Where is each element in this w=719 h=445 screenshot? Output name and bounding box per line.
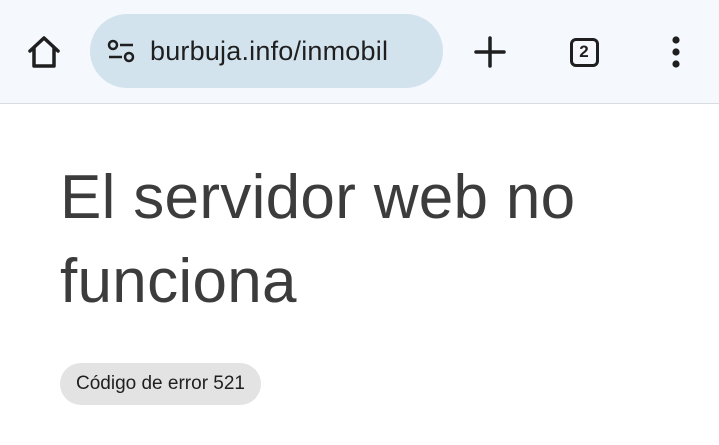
tab-count: 2	[579, 42, 589, 61]
browser-toolbar: burbuja.info/inmobil 2	[0, 0, 719, 104]
site-settings-button[interactable]	[104, 37, 138, 65]
home-button[interactable]	[20, 30, 68, 74]
tab-switcher-button[interactable]: 2	[562, 30, 606, 74]
menu-button[interactable]	[654, 30, 698, 74]
url-text[interactable]: burbuja.info/inmobil	[150, 14, 430, 88]
error-headline: El servidor web no funciona	[60, 163, 576, 316]
more-vert-icon	[672, 36, 680, 68]
address-bar[interactable]: burbuja.info/inmobil	[90, 14, 443, 88]
plus-icon	[474, 36, 506, 68]
tab-switcher-icon: 2	[569, 37, 599, 67]
home-icon	[28, 36, 60, 68]
error-code-badge: Código de error 521	[60, 363, 261, 405]
new-tab-button[interactable]	[468, 30, 512, 74]
error-page: El servidor web no funciona Código de er…	[0, 104, 719, 445]
tune-icon	[107, 39, 135, 63]
